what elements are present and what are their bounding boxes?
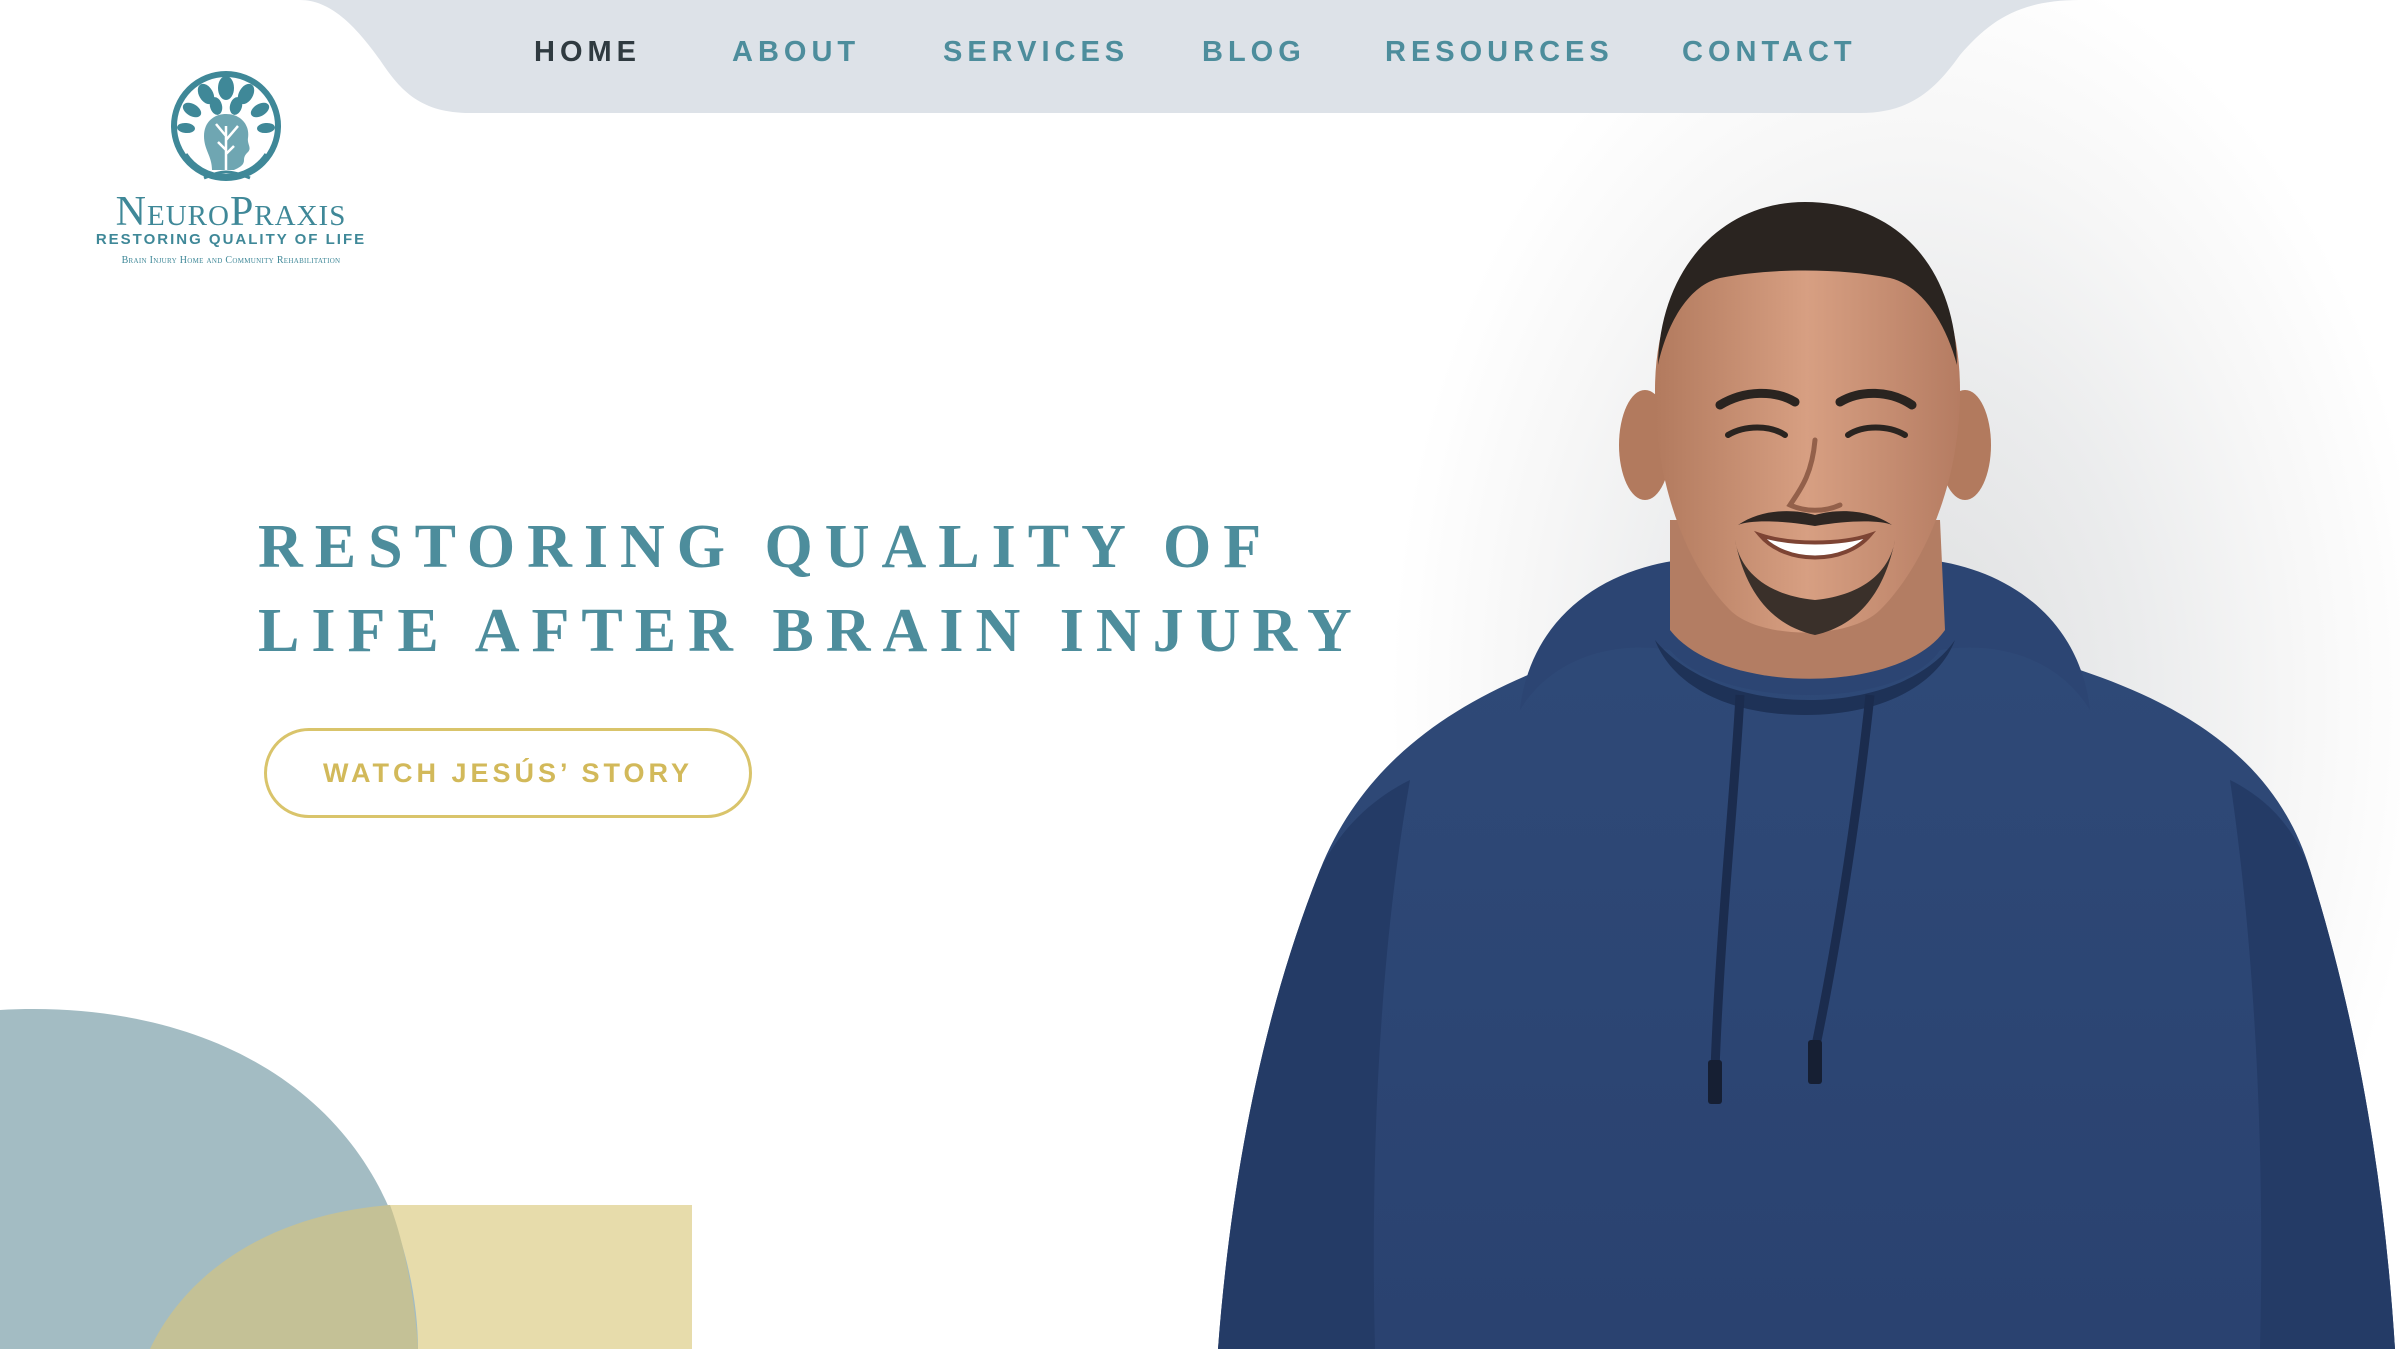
logo-subtitle: Brain Injury Home and Community Rehabili… [121, 255, 341, 266]
tree-icon [171, 71, 281, 181]
watch-story-button[interactable]: WATCH JESÚS’ STORY [264, 728, 752, 818]
decorative-shapes [0, 1009, 692, 1349]
site-logo[interactable]: NeuroPraxis RESTORING QUALITY OF LIFE Br… [76, 66, 386, 276]
logo-tagline: RESTORING QUALITY OF LIFE [95, 231, 367, 248]
hero-person-image [1218, 202, 2395, 1349]
nav-blog[interactable]: BLOG [1202, 30, 1306, 74]
nav-about[interactable]: ABOUT [732, 30, 860, 74]
nav-resources[interactable]: RESOURCES [1385, 30, 1614, 74]
nav-services[interactable]: SERVICES [943, 30, 1129, 74]
logo-name: NeuroPraxis [115, 189, 347, 235]
page: HOME ABOUT SERVICES BLOG RESOURCES CONTA… [0, 0, 2400, 1349]
nav-home[interactable]: HOME [534, 30, 641, 74]
nav-contact[interactable]: CONTACT [1682, 30, 1857, 74]
